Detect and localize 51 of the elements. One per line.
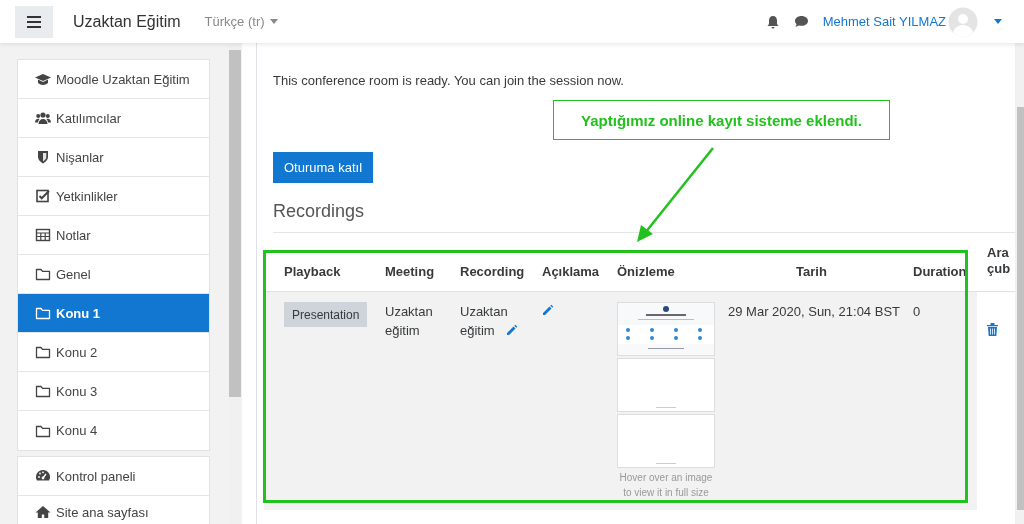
user-name[interactable]: Mehmet Sait YILMAZ: [822, 14, 946, 29]
checkbox-icon: [35, 189, 51, 203]
site-title[interactable]: Uzaktan Eğitim: [73, 12, 181, 31]
table-cell: 0: [913, 304, 921, 319]
column-header: Recording: [450, 245, 532, 292]
column-header: Meeting: [375, 245, 450, 292]
sidebar-item[interactable]: Nişanlar: [18, 138, 209, 177]
status-message: This conference room is ready. You can join the session now.: [273, 73, 625, 88]
pencil-icon[interactable]: [542, 304, 554, 316]
sidebar-item[interactable]: Katılımcılar: [18, 99, 209, 138]
menu-button[interactable]: [15, 5, 53, 38]
column-header: Tarih: [714, 245, 903, 292]
language-menu[interactable]: Türkçe (tr): [204, 14, 278, 29]
gauge-icon: [35, 469, 51, 483]
table-icon: [35, 228, 51, 242]
chat-icon[interactable]: [793, 15, 809, 28]
column-header: Duration: [903, 245, 977, 292]
table-cell: Uzaktan eğitim: [385, 304, 433, 338]
folder-icon: [35, 306, 51, 320]
trash-icon[interactable]: [987, 323, 998, 336]
graduation-cap-icon: [35, 72, 51, 86]
annotation-callout: Yaptığımız online kayıt sisteme eklendi.: [553, 100, 890, 140]
caret-icon[interactable]: [994, 19, 1002, 24]
sidebar-item[interactable]: Konu 3: [18, 372, 209, 411]
pencil-icon[interactable]: [505, 324, 518, 336]
preview-hint: Hover over an image to view it in full size: [618, 471, 714, 500]
sidebar-item[interactable]: Moodle Uzaktan Eğitim: [18, 60, 209, 99]
shield-icon: [35, 150, 51, 164]
folder-icon: [35, 423, 51, 438]
sidebar-item[interactable]: Konu 2: [18, 333, 209, 372]
sidebar-item[interactable]: Yetkinlikler: [18, 177, 209, 216]
table-cell: 29 Mar 2020, Sun, 21:04 BST: [728, 304, 900, 319]
caret-icon: [269, 19, 278, 24]
folder-icon: [35, 384, 51, 398]
sidebar-item[interactable]: Site ana sayfası: [18, 496, 209, 524]
sidebar-item[interactable]: Kontrol paneli: [18, 457, 209, 496]
sidebar-item[interactable]: Notlar: [18, 216, 209, 255]
folder-icon: [35, 345, 51, 359]
sidebar-item[interactable]: Konu 4: [18, 411, 209, 450]
home-icon: [35, 505, 51, 519]
bell-icon[interactable]: [765, 14, 780, 29]
users-icon: [35, 111, 51, 125]
join-button[interactable]: Oturuma katıl: [273, 152, 374, 183]
menu-icon: [27, 15, 41, 28]
column-header: Açıklama: [532, 245, 607, 292]
column-header: Önizleme: [607, 245, 714, 292]
column-header: Playback: [264, 245, 375, 292]
table-cell-text: Uzaktan eğitim: [460, 303, 508, 340]
sidebar-item[interactable]: Konu 1: [18, 294, 209, 333]
presentation-button[interactable]: Presentation: [284, 302, 368, 327]
folder-icon: [35, 267, 51, 281]
